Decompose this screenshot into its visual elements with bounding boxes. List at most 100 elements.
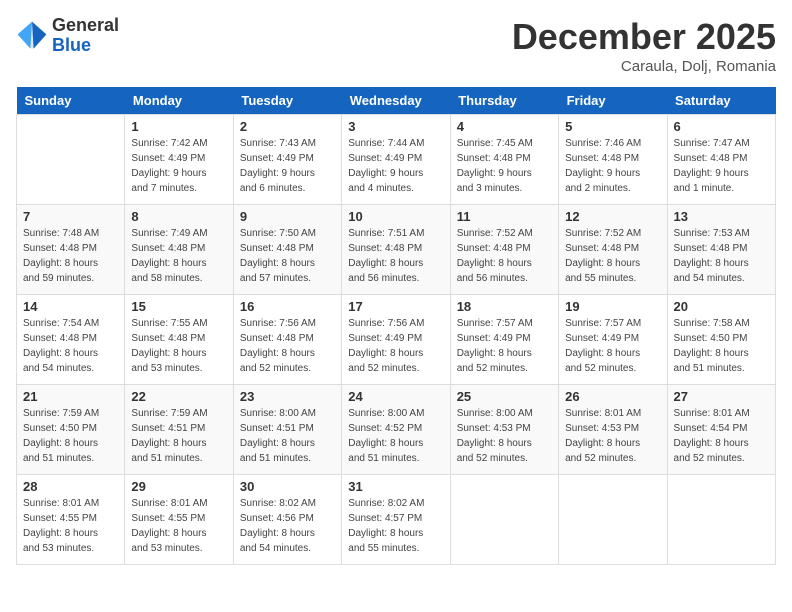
- calendar-cell: 27Sunrise: 8:01 AMSunset: 4:54 PMDayligh…: [667, 385, 775, 475]
- header-friday: Friday: [559, 87, 667, 115]
- calendar-cell: 1Sunrise: 7:42 AMSunset: 4:49 PMDaylight…: [125, 115, 233, 205]
- calendar-table: SundayMondayTuesdayWednesdayThursdayFrid…: [16, 87, 776, 565]
- day-info: Sunrise: 7:45 AMSunset: 4:48 PMDaylight:…: [457, 136, 552, 196]
- day-number: 21: [23, 389, 118, 404]
- header-thursday: Thursday: [450, 87, 558, 115]
- day-number: 2: [240, 119, 335, 134]
- day-info: Sunrise: 7:47 AMSunset: 4:48 PMDaylight:…: [674, 136, 769, 196]
- title-block: December 2025 Caraula, Dolj, Romania: [512, 16, 776, 75]
- calendar-cell: 24Sunrise: 8:00 AMSunset: 4:52 PMDayligh…: [342, 385, 450, 475]
- day-info: Sunrise: 7:56 AMSunset: 4:48 PMDaylight:…: [240, 316, 335, 376]
- day-info: Sunrise: 7:56 AMSunset: 4:49 PMDaylight:…: [348, 316, 443, 376]
- calendar-cell: 4 Sunrise: 7:45 AMSunset: 4:48 PMDaylight…: [450, 115, 558, 205]
- day-info: Sunrise: 8:00 AMSunset: 4:51 PMDaylight:…: [240, 406, 335, 466]
- day-number: 13: [674, 209, 769, 224]
- day-info: Sunrise: 7:57 AMSunset: 4:49 PMDaylight:…: [565, 316, 660, 376]
- day-number: 17: [348, 299, 443, 314]
- calendar-cell: 26Sunrise: 8:01 AMSunset: 4:53 PMDayligh…: [559, 385, 667, 475]
- day-info: Sunrise: 7:59 AMSunset: 4:50 PMDaylight:…: [23, 406, 118, 466]
- calendar-week-4: 21 Sunrise: 7:59 AMSunset: 4:50 PMDayligh…: [17, 385, 776, 475]
- day-number: 4: [457, 119, 552, 134]
- day-number: 7: [23, 209, 118, 224]
- day-number: 10: [348, 209, 443, 224]
- calendar-cell: 19 Sunrise: 7:57 AMSunset: 4:49 PMDayligh…: [559, 295, 667, 385]
- day-info: Sunrise: 7:43 AMSunset: 4:49 PMDaylight:…: [240, 136, 335, 196]
- day-info: Sunrise: 8:01 AMSunset: 4:53 PMDaylight:…: [565, 406, 660, 466]
- day-info: Sunrise: 7:52 AMSunset: 4:48 PMDaylight:…: [565, 226, 660, 286]
- location: Caraula, Dolj, Romania: [512, 58, 776, 75]
- calendar-cell: 17 Sunrise: 7:56 AMSunset: 4:49 PMDayligh…: [342, 295, 450, 385]
- calendar-header-row: SundayMondayTuesdayWednesdayThursdayFrid…: [17, 87, 776, 115]
- calendar-cell: [559, 475, 667, 565]
- day-number: 30: [240, 479, 335, 494]
- calendar-cell: 16 Sunrise: 7:56 AMSunset: 4:48 PMDayligh…: [233, 295, 341, 385]
- day-number: 12: [565, 209, 660, 224]
- calendar-cell: 25 Sunrise: 8:00 AMSunset: 4:53 PMDayligh…: [450, 385, 558, 475]
- header-tuesday: Tuesday: [233, 87, 341, 115]
- day-info: Sunrise: 8:01 AMSunset: 4:55 PMDaylight:…: [131, 496, 226, 556]
- day-info: Sunrise: 7:48 AMSunset: 4:48 PMDaylight:…: [23, 226, 118, 286]
- day-number: 31: [348, 479, 443, 494]
- day-number: 5: [565, 119, 660, 134]
- calendar-cell: 18 Sunrise: 7:57 AMSunset: 4:49 PMDayligh…: [450, 295, 558, 385]
- calendar-cell: 8Sunrise: 7:49 AMSunset: 4:48 PMDaylight…: [125, 205, 233, 295]
- day-info: Sunrise: 7:55 AMSunset: 4:48 PMDaylight:…: [131, 316, 226, 376]
- day-info: Sunrise: 7:51 AMSunset: 4:48 PMDaylight:…: [348, 226, 443, 286]
- day-number: 8: [131, 209, 226, 224]
- day-number: 3: [348, 119, 443, 134]
- day-number: 25: [457, 389, 552, 404]
- calendar-cell: 13Sunrise: 7:53 AMSunset: 4:48 PMDayligh…: [667, 205, 775, 295]
- calendar-cell: 14Sunrise: 7:54 AMSunset: 4:48 PMDayligh…: [17, 295, 125, 385]
- calendar-cell: 21 Sunrise: 7:59 AMSunset: 4:50 PMDayligh…: [17, 385, 125, 475]
- header-sunday: Sunday: [17, 87, 125, 115]
- calendar-cell: 31Sunrise: 8:02 AMSunset: 4:57 PMDayligh…: [342, 475, 450, 565]
- calendar-cell: 5 Sunrise: 7:46 AMSunset: 4:48 PMDaylight…: [559, 115, 667, 205]
- calendar-cell: 2 Sunrise: 7:43 AMSunset: 4:49 PMDaylight…: [233, 115, 341, 205]
- calendar-week-5: 28 Sunrise: 8:01 AMSunset: 4:55 PMDayligh…: [17, 475, 776, 565]
- day-number: 18: [457, 299, 552, 314]
- header-wednesday: Wednesday: [342, 87, 450, 115]
- calendar-cell: [450, 475, 558, 565]
- month-title: December 2025: [512, 16, 776, 58]
- logo-icon: [16, 20, 48, 52]
- day-info: Sunrise: 7:42 AMSunset: 4:49 PMDaylight:…: [131, 136, 226, 196]
- day-info: Sunrise: 7:57 AMSunset: 4:49 PMDaylight:…: [457, 316, 552, 376]
- logo: General Blue: [16, 16, 119, 56]
- page-header: General Blue December 2025 Caraula, Dolj…: [16, 16, 776, 75]
- day-info: Sunrise: 8:02 AMSunset: 4:56 PMDaylight:…: [240, 496, 335, 556]
- day-number: 19: [565, 299, 660, 314]
- calendar-cell: 23 Sunrise: 8:00 AMSunset: 4:51 PMDayligh…: [233, 385, 341, 475]
- calendar-week-2: 7 Sunrise: 7:48 AMSunset: 4:48 PMDaylight…: [17, 205, 776, 295]
- day-number: 20: [674, 299, 769, 314]
- day-number: 9: [240, 209, 335, 224]
- day-info: Sunrise: 7:58 AMSunset: 4:50 PMDaylight:…: [674, 316, 769, 376]
- day-info: Sunrise: 7:46 AMSunset: 4:48 PMDaylight:…: [565, 136, 660, 196]
- logo-general: General: [52, 16, 119, 36]
- day-number: 28: [23, 479, 118, 494]
- calendar-cell: 6 Sunrise: 7:47 AMSunset: 4:48 PMDaylight…: [667, 115, 775, 205]
- calendar-week-1: 1Sunrise: 7:42 AMSunset: 4:49 PMDaylight…: [17, 115, 776, 205]
- calendar-cell: 30 Sunrise: 8:02 AMSunset: 4:56 PMDayligh…: [233, 475, 341, 565]
- calendar-cell: [667, 475, 775, 565]
- calendar-cell: 7 Sunrise: 7:48 AMSunset: 4:48 PMDaylight…: [17, 205, 125, 295]
- day-number: 23: [240, 389, 335, 404]
- day-number: 22: [131, 389, 226, 404]
- calendar-cell: 9Sunrise: 7:50 AMSunset: 4:48 PMDaylight…: [233, 205, 341, 295]
- calendar-cell: [17, 115, 125, 205]
- calendar-cell: 20 Sunrise: 7:58 AMSunset: 4:50 PMDayligh…: [667, 295, 775, 385]
- calendar-cell: 15Sunrise: 7:55 AMSunset: 4:48 PMDayligh…: [125, 295, 233, 385]
- day-number: 27: [674, 389, 769, 404]
- day-number: 6: [674, 119, 769, 134]
- day-number: 11: [457, 209, 552, 224]
- calendar-cell: 29Sunrise: 8:01 AMSunset: 4:55 PMDayligh…: [125, 475, 233, 565]
- day-number: 16: [240, 299, 335, 314]
- calendar-cell: 22Sunrise: 7:59 AMSunset: 4:51 PMDayligh…: [125, 385, 233, 475]
- calendar-cell: 3 Sunrise: 7:44 AMSunset: 4:49 PMDaylight…: [342, 115, 450, 205]
- day-info: Sunrise: 7:44 AMSunset: 4:49 PMDaylight:…: [348, 136, 443, 196]
- day-number: 14: [23, 299, 118, 314]
- calendar-cell: 12 Sunrise: 7:52 AMSunset: 4:48 PMDayligh…: [559, 205, 667, 295]
- header-saturday: Saturday: [667, 87, 775, 115]
- day-info: Sunrise: 8:00 AMSunset: 4:53 PMDaylight:…: [457, 406, 552, 466]
- header-monday: Monday: [125, 87, 233, 115]
- day-info: Sunrise: 8:01 AMSunset: 4:55 PMDaylight:…: [23, 496, 118, 556]
